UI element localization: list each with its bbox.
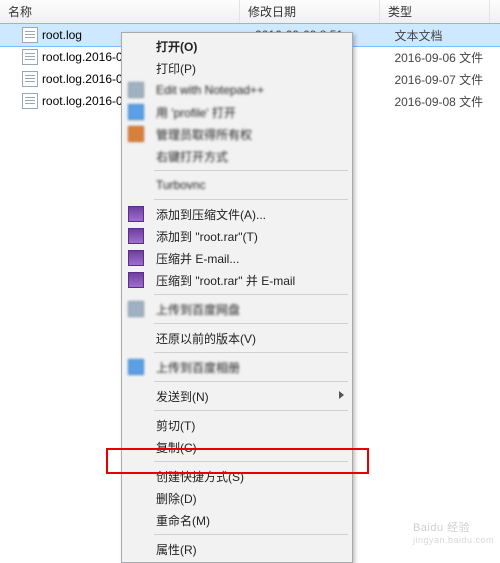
menu-blur-item[interactable]: 右键打开方式 xyxy=(124,145,350,167)
menu-create-shortcut[interactable]: 创建快捷方式(S) xyxy=(124,465,350,487)
menu-label: 发送到(N) xyxy=(156,388,209,405)
col-date-header[interactable]: 修改日期 xyxy=(240,0,380,23)
watermark-main: Baidu 经验 xyxy=(413,522,470,534)
menu-label: 创建快捷方式(S) xyxy=(156,468,244,485)
menu-blur-item[interactable]: 上传到百度相册 xyxy=(124,356,350,378)
rar-icon xyxy=(128,250,144,266)
file-type: 2016-09-06 文件 xyxy=(390,49,500,66)
menu-label: 属性(R) xyxy=(156,541,197,558)
watermark-sub: jingyan.baidu.com xyxy=(413,535,494,545)
menu-label: 右键打开方式 xyxy=(156,148,228,165)
menu-zip-root-email[interactable]: 压缩到 "root.rar" 并 E-mail xyxy=(124,269,350,291)
menu-properties[interactable]: 属性(R) xyxy=(124,538,350,560)
rar-icon xyxy=(128,206,144,222)
menu-label: 添加到压缩文件(A)... xyxy=(156,206,266,223)
menu-label: 上传到百度相册 xyxy=(156,359,240,376)
menu-separator xyxy=(154,170,348,171)
app-icon xyxy=(128,126,144,142)
menu-label: 复制(C) xyxy=(156,439,197,456)
app-icon xyxy=(128,82,144,98)
menu-label: 剪切(T) xyxy=(156,417,195,434)
col-type-header[interactable]: 类型 xyxy=(380,0,490,23)
menu-add-archive[interactable]: 添加到压缩文件(A)... xyxy=(124,203,350,225)
menu-label: 重命名(M) xyxy=(156,512,210,529)
rar-icon xyxy=(128,228,144,244)
menu-open[interactable]: 打开(O) xyxy=(124,35,350,57)
menu-separator xyxy=(154,534,348,535)
app-icon xyxy=(128,104,144,120)
menu-separator xyxy=(154,381,348,382)
menu-label: 打印(P) xyxy=(156,60,196,77)
menu-label: 压缩并 E-mail... xyxy=(156,250,239,267)
menu-separator xyxy=(154,294,348,295)
menu-blur-item[interactable]: Edit with Notepad++ xyxy=(124,79,350,101)
menu-blur-item[interactable]: 管理员取得所有权 xyxy=(124,123,350,145)
menu-label: 添加到 "root.rar"(T) xyxy=(156,228,258,245)
menu-separator xyxy=(154,323,348,324)
menu-zip-email[interactable]: 压缩并 E-mail... xyxy=(124,247,350,269)
watermark: Baidu 经验 jingyan.baidu.com xyxy=(413,519,494,545)
app-icon xyxy=(128,301,144,317)
text-file-icon xyxy=(22,27,38,43)
menu-label: 用 'profile' 打开 xyxy=(156,104,236,121)
text-file-icon xyxy=(22,93,38,109)
rar-icon xyxy=(128,272,144,288)
file-type: 2016-09-08 文件 xyxy=(390,93,500,110)
menu-copy[interactable]: 复制(C) xyxy=(124,436,350,458)
submenu-arrow-icon xyxy=(339,391,344,399)
menu-label: Edit with Notepad++ xyxy=(156,83,264,97)
menu-blur-item[interactable]: 上传到百度网盘 xyxy=(124,298,350,320)
menu-label: 管理员取得所有权 xyxy=(156,126,252,143)
menu-separator xyxy=(154,352,348,353)
menu-label: 打开(O) xyxy=(156,38,197,55)
menu-blur-item[interactable]: Turbovnc xyxy=(124,174,350,196)
text-file-icon xyxy=(22,71,38,87)
menu-cut[interactable]: 剪切(T) xyxy=(124,414,350,436)
col-name-header[interactable]: 名称 xyxy=(0,0,240,23)
menu-label: 压缩到 "root.rar" 并 E-mail xyxy=(156,272,295,289)
menu-separator xyxy=(154,199,348,200)
menu-label: 上传到百度网盘 xyxy=(156,301,240,318)
menu-separator xyxy=(154,461,348,462)
menu-rename[interactable]: 重命名(M) xyxy=(124,509,350,531)
file-type: 2016-09-07 文件 xyxy=(390,71,500,88)
app-icon xyxy=(128,359,144,375)
menu-blur-item[interactable]: 用 'profile' 打开 xyxy=(124,101,350,123)
menu-label: 删除(D) xyxy=(156,490,197,507)
menu-print[interactable]: 打印(P) xyxy=(124,57,350,79)
menu-delete[interactable]: 删除(D) xyxy=(124,487,350,509)
text-file-icon xyxy=(22,49,38,65)
menu-restore-previous[interactable]: 还原以前的版本(V) xyxy=(124,327,350,349)
menu-separator xyxy=(154,410,348,411)
menu-label: Turbovnc xyxy=(156,178,206,192)
column-header: 名称 修改日期 类型 xyxy=(0,0,500,24)
context-menu: 打开(O) 打印(P) Edit with Notepad++ 用 'profi… xyxy=(121,32,353,563)
menu-add-root-rar[interactable]: 添加到 "root.rar"(T) xyxy=(124,225,350,247)
menu-label: 还原以前的版本(V) xyxy=(156,330,256,347)
file-type: 文本文档 xyxy=(390,27,500,44)
menu-send-to[interactable]: 发送到(N) xyxy=(124,385,350,407)
